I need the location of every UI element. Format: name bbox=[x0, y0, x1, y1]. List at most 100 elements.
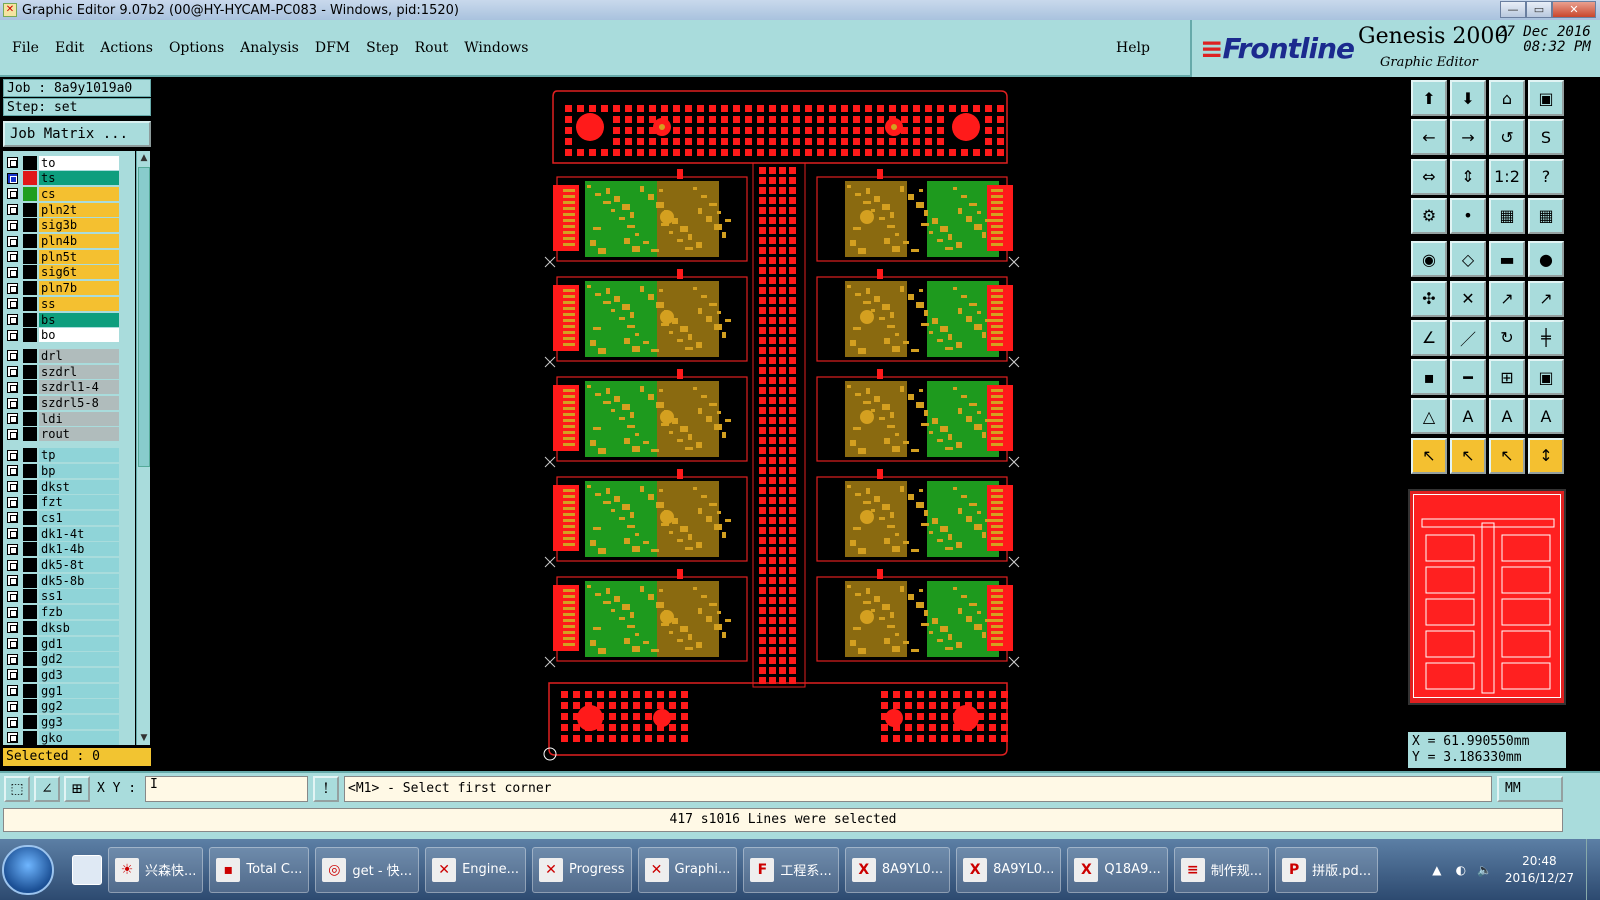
layer-name[interactable]: bp bbox=[39, 463, 119, 478]
layer-checkbox[interactable] bbox=[7, 188, 18, 200]
menu-step[interactable]: Step bbox=[366, 40, 398, 56]
layer-row-gd2[interactable]: gd2 bbox=[7, 652, 119, 667]
layer-color-swatch[interactable] bbox=[23, 589, 37, 604]
tool-button-9-3-icon[interactable]: ↕ bbox=[1528, 437, 1564, 474]
tool-button-0-2-icon[interactable]: ⌂ bbox=[1489, 80, 1525, 116]
layer-name[interactable]: dk1-4b bbox=[39, 542, 119, 557]
layer-row-dkst[interactable]: dkst bbox=[7, 479, 119, 494]
layer-checkbox[interactable] bbox=[7, 559, 18, 571]
taskbar-item[interactable]: X Q18A9... bbox=[1067, 846, 1168, 893]
layer-name[interactable]: dk1-4t bbox=[39, 526, 119, 541]
scroll-thumb[interactable] bbox=[138, 167, 150, 467]
layer-row-ss[interactable]: ss bbox=[7, 296, 119, 311]
layer-name[interactable]: ss1 bbox=[39, 589, 119, 604]
layer-color-swatch[interactable] bbox=[23, 558, 37, 572]
tool-button-7-1-icon[interactable]: ━ bbox=[1450, 359, 1486, 396]
tool-button-3-0-icon[interactable]: ⚙ bbox=[1411, 197, 1447, 234]
tool-button-5-3-icon[interactable]: ↗ bbox=[1528, 280, 1564, 317]
layer-name[interactable]: to bbox=[39, 155, 119, 170]
scroll-down-icon[interactable]: ▼ bbox=[139, 733, 149, 743]
layer-name[interactable]: dk5-8t bbox=[39, 558, 119, 572]
units-selector[interactable]: MM bbox=[1497, 776, 1563, 802]
layer-color-swatch[interactable] bbox=[23, 510, 37, 525]
layer-color-swatch[interactable] bbox=[23, 479, 37, 494]
layer-row-fzb[interactable]: fzb bbox=[7, 605, 119, 620]
tool-button-1-3-icon[interactable]: S bbox=[1528, 119, 1564, 156]
tool-button-7-2-icon[interactable]: ⊞ bbox=[1489, 359, 1525, 396]
menu-edit[interactable]: Edit bbox=[55, 40, 84, 56]
layer-name[interactable]: pln7b bbox=[39, 281, 119, 296]
layer-row-drl[interactable]: drl bbox=[7, 348, 119, 363]
graphic-canvas[interactable] bbox=[153, 77, 1407, 770]
info-button[interactable]: ! bbox=[313, 776, 339, 802]
taskbar-item[interactable]: ≡ 制作规... bbox=[1173, 846, 1270, 893]
layer-name[interactable]: pln4b bbox=[39, 234, 119, 248]
taskbar-item[interactable]: F 工程系... bbox=[743, 846, 839, 893]
tool-button-6-2-icon[interactable]: ↻ bbox=[1489, 319, 1525, 356]
layer-name[interactable]: ts bbox=[39, 171, 119, 186]
layer-checkbox[interactable] bbox=[7, 465, 18, 477]
layer-name[interactable]: szdrl bbox=[39, 364, 119, 379]
layer-checkbox[interactable] bbox=[7, 653, 18, 665]
layer-checkbox[interactable] bbox=[7, 266, 18, 278]
layer-color-swatch[interactable] bbox=[23, 186, 37, 201]
layer-color-swatch[interactable] bbox=[23, 448, 37, 463]
tool-button-9-1-icon[interactable]: ↖ bbox=[1450, 437, 1486, 474]
layer-row-bo[interactable]: bo bbox=[7, 328, 119, 343]
layer-name[interactable]: pln5t bbox=[39, 249, 119, 264]
taskbar-item[interactable]: ▪ Total C... bbox=[209, 846, 310, 893]
layer-checkbox[interactable] bbox=[7, 732, 18, 744]
layer-row-gg1[interactable]: gg1 bbox=[7, 683, 119, 698]
layer-checkbox[interactable] bbox=[7, 381, 18, 393]
layer-row-dksb[interactable]: dksb bbox=[7, 620, 119, 635]
overview-map[interactable] bbox=[1408, 489, 1566, 705]
tool-button-3-2-icon[interactable]: ▦ bbox=[1489, 197, 1525, 234]
quicklaunch-icon[interactable] bbox=[72, 854, 102, 885]
maximize-button[interactable]: ▭ bbox=[1526, 1, 1552, 18]
layer-color-swatch[interactable] bbox=[23, 605, 37, 620]
layer-row-sig3b[interactable]: sig3b bbox=[7, 218, 119, 233]
layer-checkbox[interactable] bbox=[7, 366, 18, 378]
layer-checkbox[interactable] bbox=[7, 397, 18, 409]
layer-row-dk1-4t[interactable]: dk1-4t bbox=[7, 526, 119, 541]
tool-button-1-0-icon[interactable]: ← bbox=[1411, 119, 1447, 156]
layer-checkbox[interactable] bbox=[7, 219, 18, 231]
tool-button-5-1-icon[interactable]: ✕ bbox=[1450, 280, 1486, 317]
layer-name[interactable]: tp bbox=[39, 448, 119, 463]
layer-row-dk5-8t[interactable]: dk5-8t bbox=[7, 558, 119, 573]
layer-name[interactable]: bo bbox=[39, 328, 119, 343]
layer-color-swatch[interactable] bbox=[23, 427, 37, 442]
tool-button-3-3-icon[interactable]: ▦ bbox=[1528, 197, 1564, 234]
taskbar-item[interactable]: ✕ Progress bbox=[532, 846, 632, 893]
layer-checkbox[interactable] bbox=[7, 449, 18, 461]
layer-checkbox[interactable] bbox=[7, 512, 18, 524]
minimize-button[interactable]: — bbox=[1500, 1, 1526, 18]
layer-color-swatch[interactable] bbox=[23, 620, 37, 635]
menu-windows[interactable]: Windows bbox=[464, 40, 528, 56]
layer-name[interactable]: dk5-8b bbox=[39, 573, 119, 588]
layer-name[interactable]: szdrl1-4 bbox=[39, 380, 119, 395]
layer-checkbox[interactable] bbox=[7, 685, 18, 697]
layer-name[interactable]: gd1 bbox=[39, 636, 119, 651]
layer-name[interactable]: sig3b bbox=[39, 218, 119, 233]
layer-row-bp[interactable]: bp bbox=[7, 463, 119, 478]
layer-color-swatch[interactable] bbox=[23, 218, 37, 233]
pcb-panel-view[interactable] bbox=[153, 77, 1407, 770]
taskbar-item[interactable]: ✕ Engine... bbox=[425, 846, 527, 893]
layer-color-swatch[interactable] bbox=[23, 573, 37, 588]
layer-color-swatch[interactable] bbox=[23, 715, 37, 729]
tool-button-5-2-icon[interactable]: ↗ bbox=[1489, 280, 1525, 317]
layer-name[interactable]: gg1 bbox=[39, 683, 119, 698]
layer-checkbox[interactable] bbox=[7, 622, 18, 634]
layer-checkbox[interactable] bbox=[7, 496, 18, 508]
layer-scrollbar[interactable]: ▲ ▼ bbox=[136, 151, 150, 745]
layer-row-sig6t[interactable]: sig6t bbox=[7, 265, 119, 280]
layer-row-cs1[interactable]: cs1 bbox=[7, 510, 119, 525]
layer-color-swatch[interactable] bbox=[23, 526, 37, 541]
layer-checkbox[interactable] bbox=[7, 528, 18, 540]
tool-button-4-3-icon[interactable]: ● bbox=[1528, 241, 1564, 278]
close-button[interactable]: ✕ bbox=[1552, 1, 1596, 18]
layer-color-swatch[interactable] bbox=[23, 636, 37, 651]
layer-color-swatch[interactable] bbox=[23, 411, 37, 426]
layer-checkbox[interactable] bbox=[7, 638, 18, 649]
